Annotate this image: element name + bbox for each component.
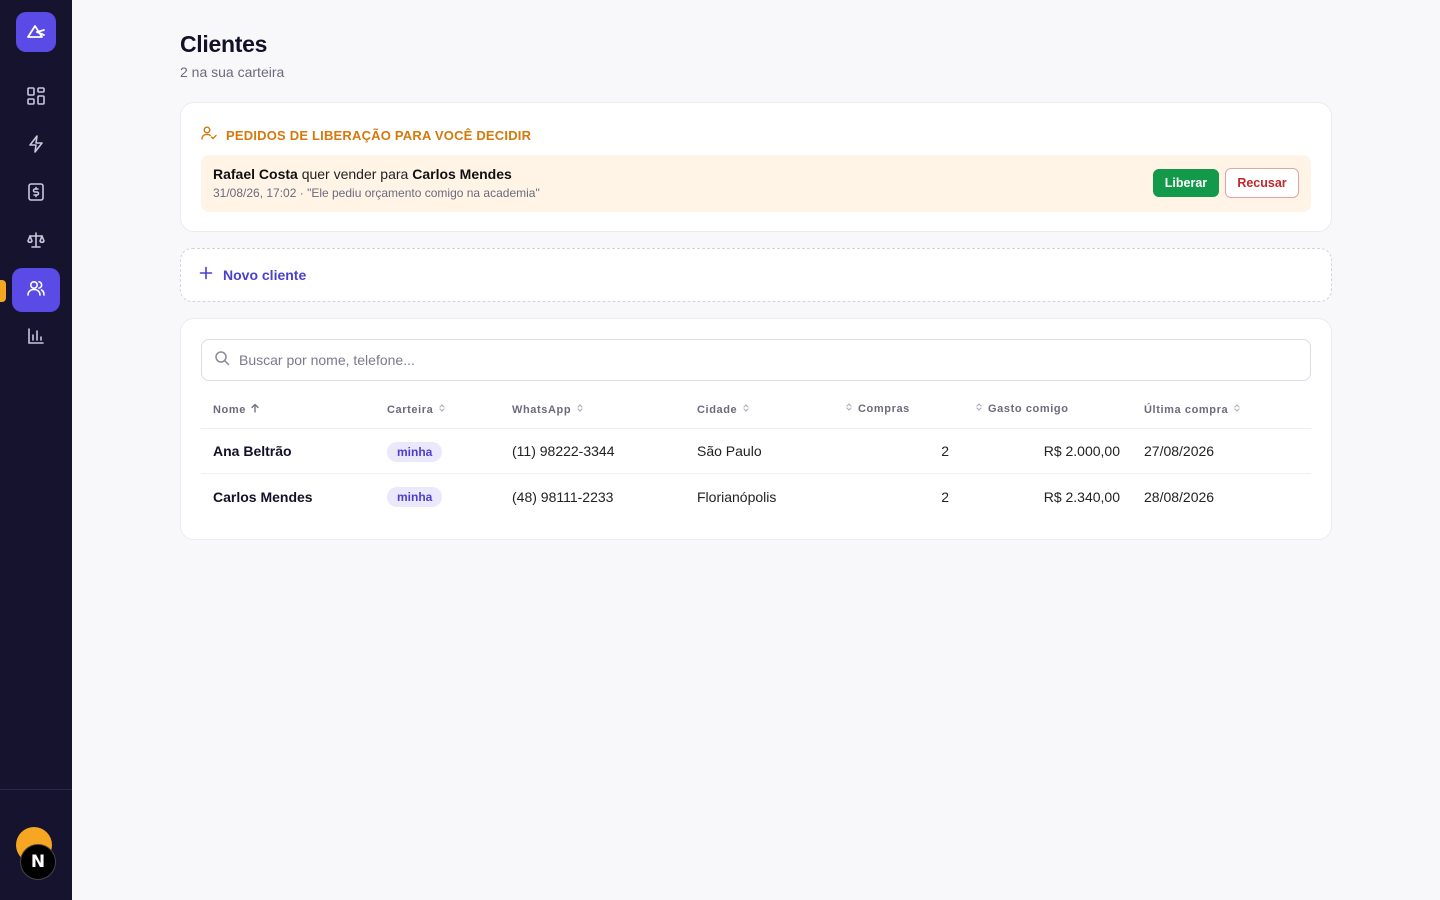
- sidebar-divider: [0, 789, 72, 790]
- requester-name: Rafael Costa: [213, 166, 298, 182]
- table-header-divider: [201, 428, 1311, 429]
- page-title: Clientes: [180, 31, 268, 57]
- client-spent: R$ 2.000,00: [1043, 443, 1120, 459]
- column-header-label: Compras: [858, 402, 910, 415]
- row-divider: [201, 473, 1311, 474]
- client-purchases: 2: [941, 443, 949, 459]
- column-header-city[interactable]: Cidade: [697, 403, 751, 416]
- approve-button[interactable]: Liberar: [1153, 169, 1219, 197]
- column-header-purchases[interactable]: Compras: [844, 402, 910, 415]
- client-city: Florianópolis: [697, 489, 777, 505]
- sort-asc-icon: [250, 403, 260, 416]
- sort-icon: [1232, 403, 1242, 416]
- request-verb: quer vender para: [297, 166, 413, 182]
- scale-icon: [26, 230, 46, 255]
- clients-table-card: Nome Carteira WhatsApp Cidade: [180, 318, 1332, 540]
- nav-commissions[interactable]: [12, 220, 60, 264]
- user-check-icon: [201, 125, 217, 146]
- nav-finance[interactable]: [12, 172, 60, 216]
- sort-icon: [974, 402, 984, 415]
- client-whatsapp: (48) 98111-2233: [512, 489, 614, 505]
- release-requests-card: PEDIDOS DE LIBERAÇÃO PARA VOCÊ DECIDIR R…: [180, 102, 1332, 232]
- request-summary: Rafael Costa quer vender para Carlos Men…: [213, 166, 512, 182]
- search-icon: [214, 350, 230, 371]
- bar-chart-icon: [26, 326, 46, 351]
- nav-reports[interactable]: [12, 316, 60, 360]
- release-request-item: Rafael Costa quer vender para Carlos Men…: [201, 155, 1311, 212]
- column-header-name[interactable]: Nome: [213, 403, 260, 416]
- nav-dashboard[interactable]: [12, 76, 60, 120]
- lightning-icon: [26, 134, 46, 159]
- sidebar: N: [0, 0, 72, 900]
- client-last-purchase: 27/08/2026: [1144, 443, 1215, 459]
- column-header-whatsapp[interactable]: WhatsApp: [512, 403, 585, 416]
- column-header-label: Nome: [213, 403, 246, 416]
- client-whatsapp: (11) 98222-3344: [512, 443, 615, 459]
- column-header-last-purchase[interactable]: Última compra: [1144, 403, 1242, 416]
- request-meta: 31/08/26, 17:02 · "Ele pediu orçamento c…: [213, 186, 540, 200]
- column-header-label: Cidade: [697, 403, 738, 416]
- request-client-name: Carlos Mendes: [412, 166, 512, 182]
- sort-icon: [437, 403, 447, 416]
- column-header-label: Última compra: [1144, 403, 1229, 416]
- sort-icon: [575, 403, 585, 416]
- search-input[interactable]: [239, 352, 1239, 368]
- client-city: São Paulo: [697, 443, 762, 459]
- client-name[interactable]: Carlos Mendes: [213, 489, 313, 505]
- wallet-badge: minha: [387, 442, 443, 462]
- invoice-icon: [26, 182, 46, 207]
- nav-activity[interactable]: [12, 124, 60, 168]
- plus-icon: [199, 266, 213, 285]
- client-last-purchase: 28/08/2026: [1144, 489, 1215, 505]
- new-client-button[interactable]: Novo cliente: [180, 248, 1332, 302]
- users-icon: [26, 278, 46, 303]
- column-header-spent[interactable]: Gasto comigo: [974, 402, 1069, 415]
- client-spent: R$ 2.340,00: [1043, 489, 1120, 505]
- logo-icon[interactable]: [16, 12, 56, 52]
- client-purchases: 2: [941, 489, 949, 505]
- next-badge[interactable]: N: [20, 844, 56, 880]
- column-header-wallet[interactable]: Carteira: [387, 403, 447, 416]
- nav-clients[interactable]: [12, 268, 60, 312]
- sort-icon: [741, 403, 751, 416]
- reject-button[interactable]: Recusar: [1225, 168, 1299, 198]
- sort-icon: [844, 402, 854, 415]
- column-header-label: Carteira: [387, 403, 434, 416]
- wallet-badge: minha: [387, 487, 443, 507]
- column-header-label: Gasto comigo: [988, 402, 1069, 415]
- column-header-label: WhatsApp: [512, 403, 572, 416]
- search-box[interactable]: [201, 339, 1311, 381]
- release-requests-header: PEDIDOS DE LIBERAÇÃO PARA VOCÊ DECIDIR: [201, 125, 531, 146]
- page-subtitle: 2 na sua carteira: [180, 64, 285, 80]
- new-client-label: Novo cliente: [223, 267, 307, 283]
- release-requests-title: PEDIDOS DE LIBERAÇÃO PARA VOCÊ DECIDIR: [226, 128, 532, 143]
- dashboard-icon: [26, 86, 46, 111]
- client-name[interactable]: Ana Beltrão: [213, 443, 292, 459]
- active-nav-indicator: [0, 280, 6, 302]
